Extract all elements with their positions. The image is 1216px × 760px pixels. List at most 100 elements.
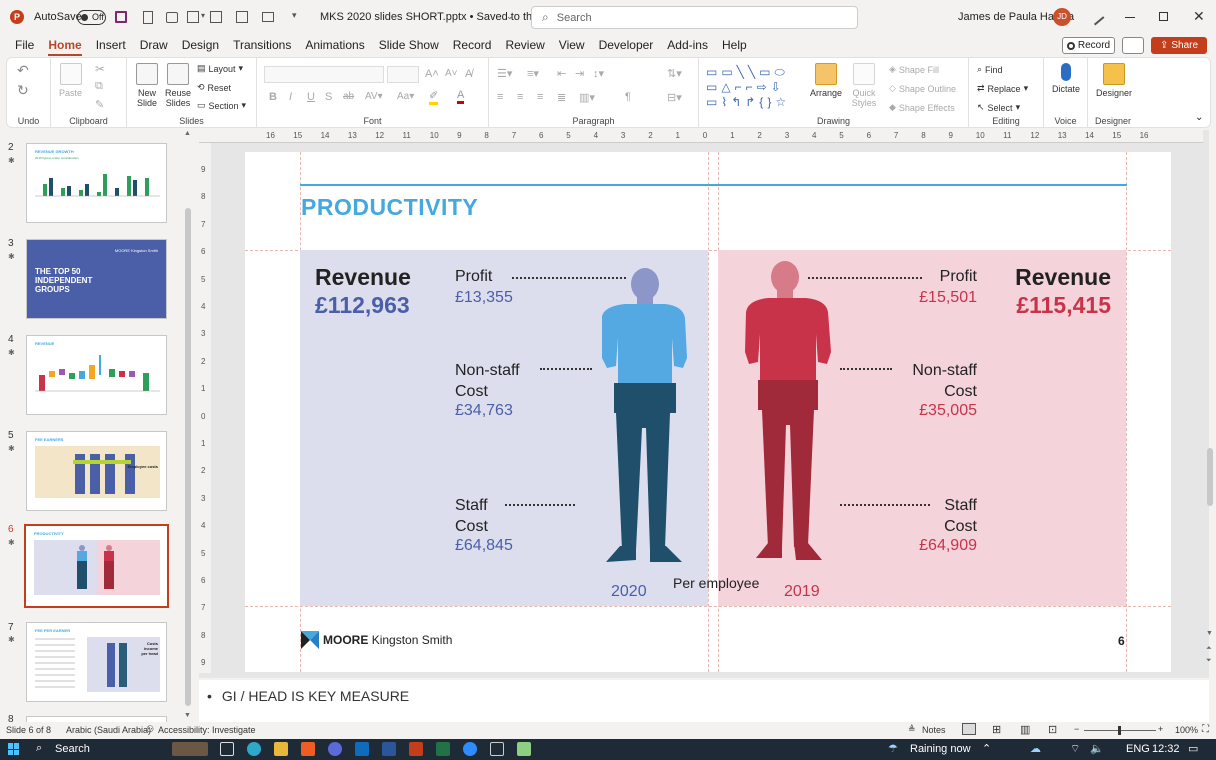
normal-view-icon[interactable] <box>962 723 976 735</box>
chat-icon[interactable] <box>328 742 342 756</box>
snipping-tool-icon[interactable] <box>490 742 504 756</box>
shape-effects-button[interactable]: ◆ Shape Effects <box>889 102 955 113</box>
new-slide-button[interactable]: New Slide <box>132 63 162 108</box>
shape-outline-button[interactable]: ◇ Shape Outline <box>889 83 956 94</box>
tab-file[interactable]: File <box>8 34 41 56</box>
tab-review[interactable]: Review <box>498 34 551 56</box>
section-button[interactable]: ▭ Section ▾ <box>197 100 246 111</box>
zoom-in-icon[interactable]: + <box>1158 724 1163 734</box>
tab-draw[interactable]: Draw <box>133 34 175 56</box>
excel-icon[interactable] <box>436 742 450 756</box>
tab-view[interactable]: View <box>552 34 592 56</box>
font-name-field[interactable] <box>264 66 384 83</box>
zoom-app-icon[interactable] <box>463 742 477 756</box>
clock[interactable]: 12:32 <box>1152 743 1180 755</box>
bold-icon[interactable]: B <box>269 91 277 103</box>
font-size-field[interactable] <box>387 66 419 83</box>
copy-icon[interactable] <box>166 12 178 23</box>
zoom-out-icon[interactable]: − <box>1074 724 1079 734</box>
dictate-button[interactable]: Dictate <box>1050 63 1082 94</box>
word-icon[interactable] <box>382 742 396 756</box>
slide-thumbnail-2[interactable]: REVENUE GROWTH 2019 figures under consid… <box>26 143 167 223</box>
increase-indent-icon[interactable]: ⇥ <box>575 67 584 80</box>
text-direction-icon[interactable]: ⇅▾ <box>667 67 682 80</box>
highlight-icon[interactable]: ✐ <box>429 89 439 105</box>
designer-button[interactable]: Designer <box>1094 63 1134 98</box>
autosave-toggle[interactable]: Off <box>77 10 106 25</box>
increase-font-icon[interactable]: A˄ <box>425 68 439 80</box>
slide-thumbnail-6[interactable]: PRODUCTIVITY <box>24 524 169 608</box>
tab-insert[interactable]: Insert <box>89 34 133 56</box>
collapse-ribbon-icon[interactable]: ⌄ <box>1195 112 1203 123</box>
numbering-icon[interactable]: ≡▾ <box>527 67 539 80</box>
volume-icon[interactable]: 🔈 <box>1090 742 1104 755</box>
file-title[interactable]: MKS 2020 slides SHORT.pptx • Saved to th… <box>320 11 558 23</box>
tab-add-ins[interactable]: Add-ins <box>660 34 715 56</box>
justify-icon[interactable]: ≣ <box>557 91 566 104</box>
customize-qat-icon[interactable]: ▾ <box>292 10 297 21</box>
reuse-slides-button[interactable]: Reuse Slides <box>163 63 193 108</box>
select-button[interactable]: ↖ Select ▾ <box>977 102 1020 113</box>
weather-text[interactable]: Raining now <box>910 743 971 755</box>
arrange-button[interactable]: Arrange <box>810 63 842 98</box>
tab-design[interactable]: Design <box>175 34 226 56</box>
shapes-icon[interactable] <box>210 11 222 23</box>
slide-thumbnail-3[interactable]: THE TOP 50 INDEPENDENT GROUPS MOORE King… <box>26 239 167 319</box>
avatar[interactable]: JD <box>1053 8 1071 26</box>
zoom-slider[interactable] <box>1084 726 1156 735</box>
save-icon[interactable] <box>115 11 127 23</box>
align-left-icon[interactable]: ≡ <box>497 91 503 103</box>
format-painter-icon[interactable]: ✎ <box>95 98 104 111</box>
windows-start-icon[interactable] <box>8 743 20 755</box>
record-button[interactable]: Record <box>1062 37 1115 54</box>
share-button[interactable]: ⇪ Share <box>1151 37 1207 54</box>
outlook-icon[interactable] <box>355 742 369 756</box>
slide-thumbnail-5[interactable]: FEE EARNERS Employee costs <box>26 431 167 511</box>
copy-icon[interactable]: ⧉ <box>95 80 103 93</box>
strikethrough-icon[interactable]: ab <box>343 91 354 102</box>
slide-title[interactable]: PRODUCTIVITY <box>301 194 478 221</box>
paste-button[interactable]: Paste <box>59 63 82 98</box>
quick-styles-button[interactable]: Quick Styles <box>849 63 879 108</box>
redo-icon[interactable]: ↻ <box>17 82 29 99</box>
tab-animations[interactable]: Animations <box>298 34 371 56</box>
find-button[interactable]: ⌕ Find <box>977 64 1003 75</box>
align-center-icon[interactable]: ≡ <box>517 91 523 103</box>
search-box[interactable]: ⌕ Search <box>531 6 858 29</box>
zoom-level[interactable]: 100% <box>1175 725 1198 735</box>
change-case-icon[interactable]: Aa▾ <box>397 91 414 102</box>
minimize-icon[interactable] <box>1125 17 1135 18</box>
scroll-up-icon[interactable]: ▲ <box>184 130 191 137</box>
italic-icon[interactable]: I <box>289 91 292 103</box>
scroll-down-icon[interactable]: ▼ <box>1206 630 1213 637</box>
tab-slide-show[interactable]: Slide Show <box>372 34 446 56</box>
notepad-icon[interactable] <box>517 742 531 756</box>
tab-help[interactable]: Help <box>715 34 754 56</box>
powerpoint-icon[interactable] <box>409 742 423 756</box>
title-dropdown-icon[interactable]: ⌄ <box>506 11 514 22</box>
font-color-icon[interactable]: A <box>457 89 465 104</box>
tab-record[interactable]: Record <box>446 34 499 56</box>
fit-slide-icon[interactable]: ⛶ <box>1202 724 1209 735</box>
comments-icon[interactable] <box>1122 37 1144 54</box>
reset-button[interactable]: ⟲ Reset <box>197 82 231 93</box>
underline-icon[interactable]: U <box>307 91 315 103</box>
edge-icon[interactable] <box>247 742 261 756</box>
char-spacing-icon[interactable]: AV▾ <box>365 91 383 102</box>
shape-fill-button[interactable]: ◈ Shape Fill <box>889 64 939 75</box>
cut-icon[interactable]: ✂ <box>95 62 105 76</box>
onedrive-icon[interactable]: ☁ <box>1030 742 1041 755</box>
tab-developer[interactable]: Developer <box>592 34 661 56</box>
restore-icon[interactable] <box>1159 12 1168 21</box>
file-explorer-icon[interactable] <box>274 742 288 756</box>
dropdown-chevron-icon[interactable]: ▾ <box>201 11 205 20</box>
new-file-icon[interactable] <box>143 11 153 24</box>
decrease-font-icon[interactable]: A˅ <box>445 68 458 79</box>
layout-button[interactable]: ▤ Layout ▾ <box>197 63 243 74</box>
align-text-icon[interactable]: ⊟▾ <box>667 91 682 104</box>
thumbnail-scrollbar[interactable] <box>185 208 191 706</box>
scroll-down-icon[interactable]: ▼ <box>184 712 191 719</box>
slide-sorter-icon[interactable]: ⊞ <box>992 723 1001 736</box>
taskbar-search-icon[interactable]: ⌕ <box>36 742 42 755</box>
zoom-thumb[interactable] <box>1118 726 1121 735</box>
